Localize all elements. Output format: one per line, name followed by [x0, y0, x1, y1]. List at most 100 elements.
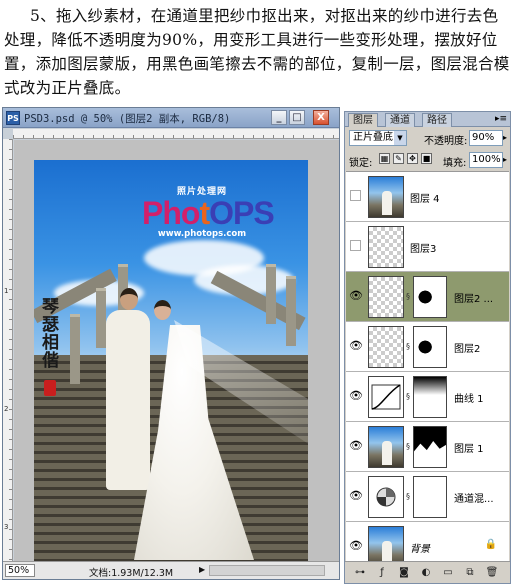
tab-layers[interactable]: 图层 — [348, 113, 378, 127]
eye-icon[interactable]: 👁 — [349, 539, 363, 553]
layer-row[interactable]: 👁 § 图层2 ... — [346, 272, 509, 322]
visibility-toggle-empty[interactable] — [350, 240, 361, 251]
ruler-number: 1 — [4, 287, 9, 295]
mask-link-icon[interactable]: § — [406, 292, 410, 301]
groom-head — [120, 288, 138, 310]
eye-icon[interactable]: 👁 — [349, 489, 363, 503]
tab-paths[interactable]: 路径 — [422, 113, 452, 127]
zoom-level-field[interactable]: 50% — [5, 564, 35, 577]
layer-thumbnail[interactable] — [368, 376, 404, 418]
document-titlebar[interactable]: PS PSD3.psd @ 50% (图层2 副本, RGB/8) _ □ X — [3, 108, 339, 128]
mask-icon[interactable]: ◙ — [397, 566, 411, 580]
blend-row: 正片叠底 ▼ 不透明度: 90% ▸ — [349, 130, 507, 147]
layers-panel-toolbar: ⊶ ƒ ◙ ◐ ▭ ⧉ 🗑 — [345, 561, 510, 583]
logo-url: www.photops.com — [157, 229, 247, 239]
railing-post — [96, 288, 106, 348]
new-layer-icon[interactable]: ⧉ — [463, 566, 477, 580]
canvas-area[interactable]: 照片处理网 PhotOPS www.photops.com 琴瑟相偕 — [14, 140, 339, 575]
lock-label: 锁定: — [349, 158, 373, 169]
layer-mask-thumbnail[interactable] — [413, 276, 447, 318]
instruction-text: 5、拖入纱素材，在通道里把纱巾抠出来，对抠出来的纱巾进行去色处理，降低不透明度为… — [4, 7, 510, 97]
lock-all-icon[interactable]: ■ — [421, 153, 432, 164]
document-title: PSD3.psd @ 50% (图层2 副本, RGB/8) — [24, 113, 231, 125]
link-icon[interactable]: ⊶ — [353, 566, 367, 580]
eye-icon[interactable]: 👁 — [349, 439, 363, 453]
mask-link-icon[interactable]: § — [406, 342, 410, 351]
folder-icon[interactable]: ▭ — [441, 566, 455, 580]
lock-transparency-icon[interactable]: ▦ — [379, 153, 390, 164]
railing-post — [286, 276, 296, 346]
opacity-slider-arrow-icon[interactable]: ▸ — [503, 133, 507, 142]
panel-tab-bar: 图层 通道 路径 ▸≡ — [345, 112, 510, 127]
layer-name: 背景 — [410, 544, 430, 555]
eye-icon[interactable]: 👁 — [349, 339, 363, 353]
wedding-photo[interactable]: 照片处理网 PhotOPS www.photops.com 琴瑟相偕 — [34, 160, 308, 575]
maximize-button[interactable]: □ — [289, 110, 305, 125]
document-size-info: 文档:1.93M/12.3M — [89, 568, 174, 579]
photoshop-doc-icon: PS — [6, 111, 20, 125]
lock-row: 锁定: ▦ ✎ ✥ ■ 填充: 100% ▸ — [349, 152, 507, 169]
layer-mask-thumbnail[interactable] — [413, 476, 447, 518]
adjustment-icon[interactable]: ◐ — [419, 566, 433, 580]
layers-panel: 图层 通道 路径 ▸≡ 正片叠底 ▼ 不透明度: 90% ▸ 锁定: ▦ ✎ ✥… — [344, 111, 511, 584]
railing-post — [266, 264, 276, 324]
railing-post — [70, 314, 80, 384]
lock-pixels-icon[interactable]: ✎ — [393, 153, 404, 164]
status-menu-arrow-icon[interactable]: ▶ — [199, 565, 205, 574]
minimize-button[interactable]: _ — [271, 110, 287, 125]
layer-name: 曲线 1 — [454, 394, 484, 405]
layer-name: 图层3 — [410, 244, 437, 255]
layer-thumbnail[interactable] — [368, 226, 404, 268]
opacity-label: 不透明度: — [424, 136, 468, 147]
tab-channels[interactable]: 通道 — [385, 113, 415, 127]
layer-name: 图层2 ... — [454, 294, 494, 305]
document-window: PS PSD3.psd @ 50% (图层2 副本, RGB/8) _ □ X … — [2, 107, 340, 580]
layer-row[interactable]: 👁 § 曲线 1 — [346, 372, 509, 422]
layer-name: 通道混... — [454, 494, 494, 505]
layer-mask-thumbnail[interactable] — [413, 426, 447, 468]
lock-icon: 🔒 — [484, 539, 497, 550]
mask-link-icon[interactable]: § — [406, 492, 410, 501]
fx-icon[interactable]: ƒ — [375, 566, 389, 580]
layer-thumbnail[interactable] — [368, 276, 404, 318]
close-button[interactable]: X — [313, 110, 329, 125]
lock-position-icon[interactable]: ✥ — [407, 153, 418, 164]
horizontal-scrollbar[interactable] — [209, 565, 325, 576]
ruler-horizontal[interactable] — [13, 129, 339, 139]
photops-logo: 照片处理网 PhotOPS www.photops.com — [142, 184, 275, 239]
layer-row[interactable]: 👁 § 图层 1 — [346, 422, 509, 472]
ruler-vertical[interactable]: 1 2 3 — [3, 139, 13, 561]
trash-icon[interactable]: 🗑 — [485, 566, 499, 580]
fill-slider-arrow-icon[interactable]: ▸ — [503, 155, 507, 164]
ruler-number: 2 — [4, 405, 9, 413]
panel-menu-icon[interactable]: ▸≡ — [495, 114, 507, 124]
layer-row[interactable]: 👁 § 图层2 — [346, 322, 509, 372]
document-status-bar: 50% 文档:1.93M/12.3M ▶ — [3, 561, 339, 579]
eye-icon[interactable]: 👁 — [349, 389, 363, 403]
layer-row[interactable]: 图层 4 — [346, 172, 509, 222]
layer-row[interactable]: 图层3 — [346, 222, 509, 272]
eye-icon[interactable]: 👁 — [349, 289, 363, 303]
fill-field[interactable]: 100% — [469, 152, 503, 168]
calligraphy-text: 琴瑟相偕 — [42, 297, 59, 371]
layer-name: 图层 4 — [410, 194, 440, 205]
layer-mask-thumbnail[interactable] — [413, 326, 447, 368]
layer-row[interactable]: 👁 § 通道混... — [346, 472, 509, 522]
layer-mask-thumbnail[interactable] — [413, 376, 447, 418]
layer-name: 图层2 — [454, 344, 481, 355]
layer-thumbnail[interactable] — [368, 426, 404, 468]
layer-thumbnail[interactable] — [368, 326, 404, 368]
groom-figure — [106, 310, 150, 490]
ruler-number: 3 — [4, 523, 9, 531]
layer-thumbnail[interactable] — [368, 176, 404, 218]
layer-thumbnail[interactable] — [368, 476, 404, 518]
layer-list: 图层 4 图层3 👁 § 图层2 ... 👁 § 图层2 👁 § 曲线 1 👁 § 图层 1 👁 § 通道混..… — [346, 171, 509, 572]
layer-name: 图层 1 — [454, 444, 484, 455]
opacity-field[interactable]: 90% — [469, 130, 503, 146]
blend-mode-select[interactable]: 正片叠底 ▼ — [349, 130, 407, 146]
mask-link-icon[interactable]: § — [406, 442, 410, 451]
fill-label: 填充: — [443, 158, 467, 169]
mask-link-icon[interactable]: § — [406, 392, 410, 401]
red-seal — [44, 380, 56, 396]
visibility-toggle-empty[interactable] — [350, 190, 361, 201]
